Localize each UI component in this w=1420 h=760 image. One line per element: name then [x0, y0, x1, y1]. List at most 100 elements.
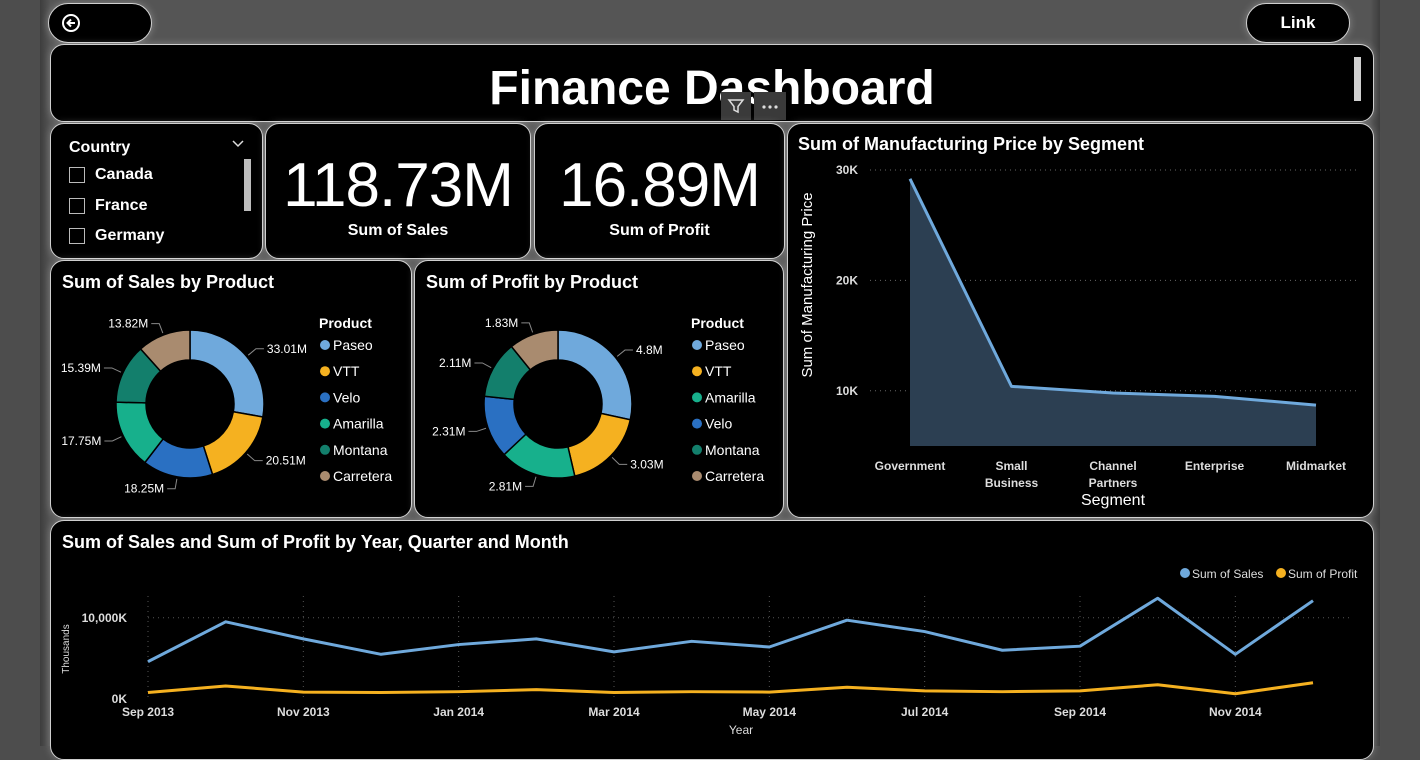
link-button[interactable]: Link — [1246, 3, 1350, 43]
legend-label: Paseo — [333, 337, 373, 353]
y-tick-label: 10,000K — [82, 611, 128, 625]
legend-label: Sum of Sales — [1192, 567, 1263, 581]
donut-slice-vtt — [567, 412, 632, 477]
slicer-item-germany[interactable]: Germany — [69, 227, 164, 245]
sales-by-product-chart: Sum of Sales by Product 33.01M 20.51M 18.2… — [50, 260, 412, 518]
leader-line — [246, 453, 263, 462]
y-tick-label: 20K — [836, 273, 858, 287]
x-tick-label: May 2014 — [743, 705, 797, 719]
donut-slice-paseo — [557, 329, 633, 421]
leader-line — [167, 478, 178, 490]
x-tick-label: Enterprise — [1185, 459, 1245, 473]
area-chart: 10K 20K 30K Government Small Business Channel P… — [799, 163, 1356, 509]
legend-marker — [320, 392, 330, 403]
x-tick-label: Jul 2014 — [901, 705, 949, 719]
profit-donut-chart: 4.8M 3.03M 2.81M 2.31M 2.11M 1.83M Product Pase… — [432, 315, 764, 493]
legend-label: VTT — [705, 363, 732, 379]
legend-title: Product — [319, 315, 372, 331]
checkbox[interactable] — [69, 167, 85, 183]
x-axis-title: Segment — [1081, 492, 1146, 509]
legend-marker — [320, 340, 330, 350]
legend-marker — [692, 340, 702, 350]
slicer-item-label: France — [95, 197, 148, 214]
leader-line — [151, 323, 164, 334]
legend-title: Product — [691, 315, 744, 331]
slicer-item-france[interactable]: France — [69, 197, 147, 215]
leader-line — [521, 322, 534, 333]
y-tick-label: 10K — [836, 384, 858, 398]
y-axis-title: Sum of Manufacturing Price — [799, 192, 816, 377]
more-options-icon[interactable] — [754, 92, 786, 120]
legend-marker — [692, 366, 702, 377]
y-tick-label: 0K — [112, 692, 128, 706]
x-axis-title: Year — [729, 723, 753, 737]
filter-icon[interactable] — [721, 92, 751, 120]
x-tick-label: Business — [985, 476, 1039, 490]
data-label: 1.83M — [485, 316, 518, 330]
kpi-value: 16.89M — [559, 151, 761, 220]
y-axis-title: Thousands — [61, 624, 72, 673]
legend-marker — [320, 471, 330, 481]
page-title: Finance Dashboard — [489, 62, 935, 115]
legend-label: Montana — [333, 442, 388, 458]
x-tick-label: Channel — [1089, 459, 1136, 473]
manufacturing-price-chart: Sum of Manufacturing Price by Segment 10… — [787, 123, 1374, 518]
slicer-item-canada[interactable]: Canada — [69, 166, 153, 184]
profit-line — [147, 681, 1314, 696]
kpi-label: Sum of Sales — [347, 222, 449, 239]
legend-marker — [320, 444, 330, 455]
x-tick-label: Nov 2014 — [1209, 705, 1262, 719]
data-label: 20.51M — [266, 454, 306, 468]
legend-marker — [692, 471, 702, 481]
x-tick-label: Midmarket — [1286, 459, 1346, 473]
slicer-item-label: Canada — [95, 166, 153, 183]
x-tick-label: Nov 2013 — [277, 705, 330, 719]
back-button[interactable] — [48, 3, 152, 43]
leader-line — [468, 427, 487, 432]
slicer-title: Country — [69, 139, 131, 156]
data-label: 15.39M — [61, 361, 101, 375]
legend-label: Paseo — [705, 337, 745, 353]
x-tick-label: Partners — [1089, 476, 1138, 490]
kpi-card-sales: 118.73M Sum of Sales — [265, 123, 531, 259]
back-arrow-icon — [62, 14, 80, 32]
leader-line — [104, 436, 122, 442]
x-tick-label: Sep 2014 — [1054, 705, 1106, 719]
checkbox[interactable] — [69, 228, 85, 244]
x-tick-label: Government — [875, 459, 946, 473]
country-slicer: Country Canada France Germany — [50, 123, 263, 259]
kpi-value: 118.73M — [283, 151, 514, 220]
legend-marker — [692, 418, 702, 429]
legend-label: Sum of Profit — [1288, 567, 1358, 581]
chevron-down-icon[interactable] — [231, 139, 245, 149]
x-tick-label: Sep 2013 — [122, 705, 174, 719]
legend-label: Velo — [333, 389, 360, 405]
data-label: 2.81M — [489, 479, 522, 493]
checkbox[interactable] — [69, 198, 85, 214]
leader-line — [474, 362, 492, 369]
legend-label: Carretera — [705, 468, 764, 484]
area-fill — [910, 178, 1316, 446]
leader-line — [247, 348, 264, 356]
slicer-scrollbar[interactable] — [244, 159, 251, 211]
leader-line — [611, 457, 628, 465]
header-scrollbar[interactable] — [1354, 57, 1361, 101]
slicer-item-label: Germany — [95, 227, 165, 244]
donut-slice-vtt — [202, 410, 264, 476]
legend-marker — [320, 418, 330, 429]
data-label: 4.8M — [636, 343, 663, 357]
legend-marker — [320, 366, 330, 377]
data-label: 2.31M — [432, 424, 465, 438]
legend-marker — [1276, 568, 1286, 578]
leader-line — [616, 349, 633, 357]
x-tick-label: Small — [995, 459, 1027, 473]
legend-marker — [1180, 568, 1190, 578]
x-tick-label: Mar 2014 — [588, 705, 640, 719]
data-label: 2.11M — [439, 356, 471, 370]
leader-line — [103, 367, 122, 373]
leader-line — [525, 476, 537, 487]
data-label: 17.75M — [61, 434, 101, 448]
sales-profit-trend-chart: Sum of Sales and Sum of Profit by Year, … — [50, 520, 1374, 760]
data-label: 13.82M — [108, 317, 148, 331]
legend-label: VTT — [333, 363, 360, 379]
